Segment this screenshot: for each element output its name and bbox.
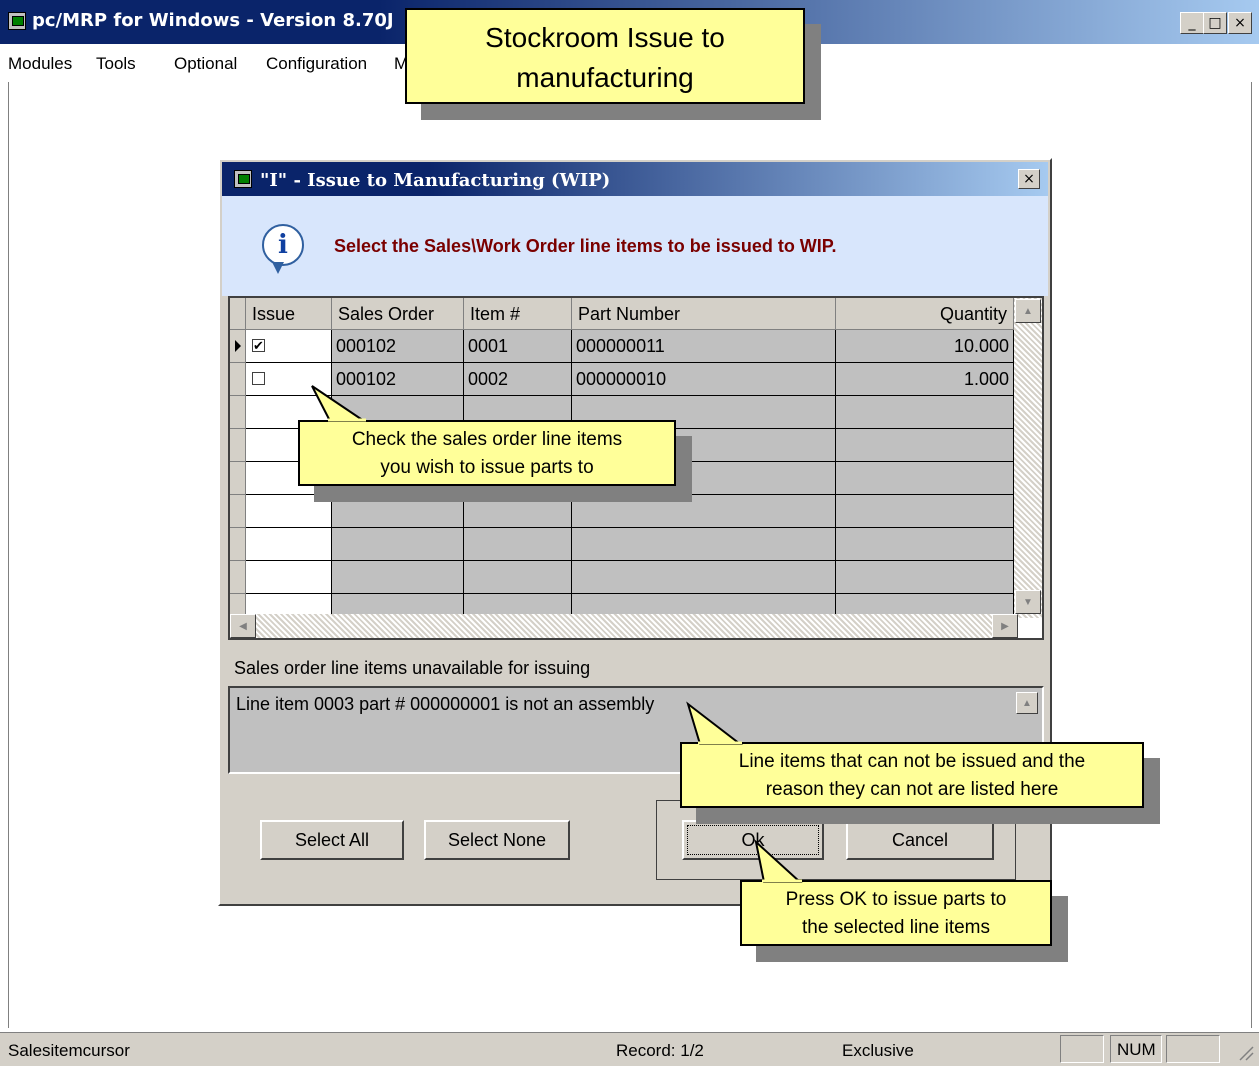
menu-tools[interactable]: Tools xyxy=(96,54,136,74)
resize-grip-icon[interactable] xyxy=(1236,1043,1254,1061)
scroll-up-arrow-icon[interactable]: ▲ xyxy=(1016,692,1038,714)
status-record: Record: 1/2 xyxy=(616,1041,704,1060)
row-indicator xyxy=(230,495,246,528)
empty-grid-cell[interactable] xyxy=(572,495,836,528)
empty-grid-cell[interactable] xyxy=(246,495,332,528)
empty-grid-cell[interactable] xyxy=(246,528,332,561)
ok-callout: Press OK to issue parts to the selected … xyxy=(740,880,1052,946)
row-indicator xyxy=(230,528,246,561)
menu-configuration[interactable]: Configuration xyxy=(266,54,367,74)
col-header-sales-order[interactable]: Sales Order xyxy=(332,298,464,330)
unavailable-label: Sales order line items unavailable for i… xyxy=(234,658,591,678)
status-panel-empty xyxy=(1166,1035,1220,1063)
maximize-button[interactable]: □ xyxy=(1203,12,1227,34)
col-header-item[interactable]: Item # xyxy=(464,298,572,330)
check-callout-pointer xyxy=(311,385,368,422)
ok-callout-pointer xyxy=(754,839,803,883)
menu-optional[interactable]: Optional xyxy=(174,54,237,74)
empty-grid-cell[interactable] xyxy=(332,495,464,528)
status-num: NUM xyxy=(1117,1040,1156,1059)
empty-grid-cell[interactable] xyxy=(836,561,1014,594)
item-cell[interactable]: 0002 xyxy=(464,363,572,396)
part-number-cell[interactable]: 000000011 xyxy=(572,330,836,363)
issue-checkbox-unchecked[interactable] xyxy=(252,372,265,385)
unavailable-item: Line item 0003 part # 000000001 is not a… xyxy=(236,694,655,714)
info-message: Select the Sales\Work Order line items t… xyxy=(334,236,837,256)
info-panel: i Select the Sales\Work Order line items… xyxy=(222,196,1048,296)
scroll-down-arrow-icon[interactable]: ▼ xyxy=(1015,590,1041,614)
select-all-button[interactable]: Select All xyxy=(260,820,404,860)
grid-vertical-scrollbar[interactable]: ▲ ▼ xyxy=(1014,298,1042,618)
scroll-up-arrow-icon[interactable]: ▲ xyxy=(1015,299,1041,323)
status-panel-empty xyxy=(1060,1035,1104,1063)
check-items-callout: Check the sales order line items you wis… xyxy=(298,420,676,486)
empty-grid-cell[interactable] xyxy=(464,561,572,594)
info-icon: i xyxy=(262,224,304,274)
row-indicator xyxy=(230,363,246,396)
grid-corner xyxy=(230,298,246,330)
row-indicator xyxy=(230,462,246,495)
empty-grid-cell[interactable] xyxy=(572,528,836,561)
select-none-button[interactable]: Select None xyxy=(424,820,570,860)
empty-grid-cell[interactable] xyxy=(246,561,332,594)
row-indicator xyxy=(230,429,246,462)
empty-grid-cell[interactable] xyxy=(836,495,1014,528)
issue-checkbox-checked[interactable]: ✔ xyxy=(252,339,265,352)
issue-cell[interactable]: ✔ xyxy=(246,330,332,363)
app-icon[interactable] xyxy=(8,12,26,30)
unavail-callout-line1: Line items that can not be issued and th… xyxy=(738,751,1086,772)
empty-grid-cell[interactable] xyxy=(836,528,1014,561)
header-callout-text: Stockroom Issue to manufacturing xyxy=(485,22,725,93)
col-header-issue[interactable]: Issue xyxy=(246,298,332,330)
ok-callout-line2: the selected line items xyxy=(802,917,990,938)
status-bar: Salesitemcursor Record: 1/2 Exclusive NU… xyxy=(0,1032,1259,1066)
menu-modules[interactable]: Modules xyxy=(8,54,72,74)
minimize-button[interactable]: _ xyxy=(1180,12,1204,34)
row-indicator xyxy=(230,396,246,429)
scroll-left-arrow-icon[interactable]: ◀ xyxy=(230,614,256,638)
part-number-cell[interactable]: 000000010 xyxy=(572,363,836,396)
empty-grid-cell[interactable] xyxy=(836,462,1014,495)
row-indicator xyxy=(230,330,246,363)
dialog-title: "I" - Issue to Manufacturing (WIP) xyxy=(260,170,611,191)
check-callout-line2: you wish to issue parts to xyxy=(380,457,594,478)
quantity-cell[interactable]: 1.000 xyxy=(836,363,1014,396)
empty-grid-cell[interactable] xyxy=(836,396,1014,429)
check-callout-line1: Check the sales order line items xyxy=(351,429,623,450)
grid-horizontal-scrollbar[interactable]: ◀ ▶ xyxy=(230,614,1018,638)
empty-grid-cell[interactable] xyxy=(464,495,572,528)
empty-grid-cell[interactable] xyxy=(332,528,464,561)
unavailable-callout: Line items that can not be issued and th… xyxy=(680,742,1144,808)
empty-grid-cell[interactable] xyxy=(332,561,464,594)
ok-callout-line1: Press OK to issue parts to xyxy=(785,889,1007,910)
empty-grid-cell[interactable] xyxy=(572,561,836,594)
empty-grid-cell[interactable] xyxy=(836,429,1014,462)
col-header-part-number[interactable]: Part Number xyxy=(572,298,836,330)
status-num-panel: NUM xyxy=(1110,1035,1162,1063)
dialog-app-icon xyxy=(234,170,252,188)
dialog-close-button[interactable]: × xyxy=(1018,169,1040,189)
sales-order-cell[interactable]: 000102 xyxy=(332,330,464,363)
unavailable-callout-pointer xyxy=(686,701,743,745)
status-mode: Exclusive xyxy=(842,1041,914,1060)
col-header-quantity[interactable]: Quantity xyxy=(836,298,1014,330)
window-title: pc/MRP for Windows - Version 8.70J xyxy=(32,10,394,31)
scroll-right-arrow-icon[interactable]: ▶ xyxy=(992,614,1018,638)
header-callout: Stockroom Issue to manufacturing xyxy=(405,8,805,104)
unavail-callout-line2: reason they can not are listed here xyxy=(765,779,1059,800)
item-cell[interactable]: 0001 xyxy=(464,330,572,363)
row-indicator xyxy=(230,561,246,594)
status-cursor: Salesitemcursor xyxy=(8,1041,130,1060)
empty-grid-cell[interactable] xyxy=(464,528,572,561)
dialog-title-bar: "I" - Issue to Manufacturing (WIP) × xyxy=(222,162,1048,196)
close-button[interactable]: × xyxy=(1228,12,1252,34)
quantity-cell[interactable]: 10.000 xyxy=(836,330,1014,363)
cancel-button[interactable]: Cancel xyxy=(846,820,994,860)
